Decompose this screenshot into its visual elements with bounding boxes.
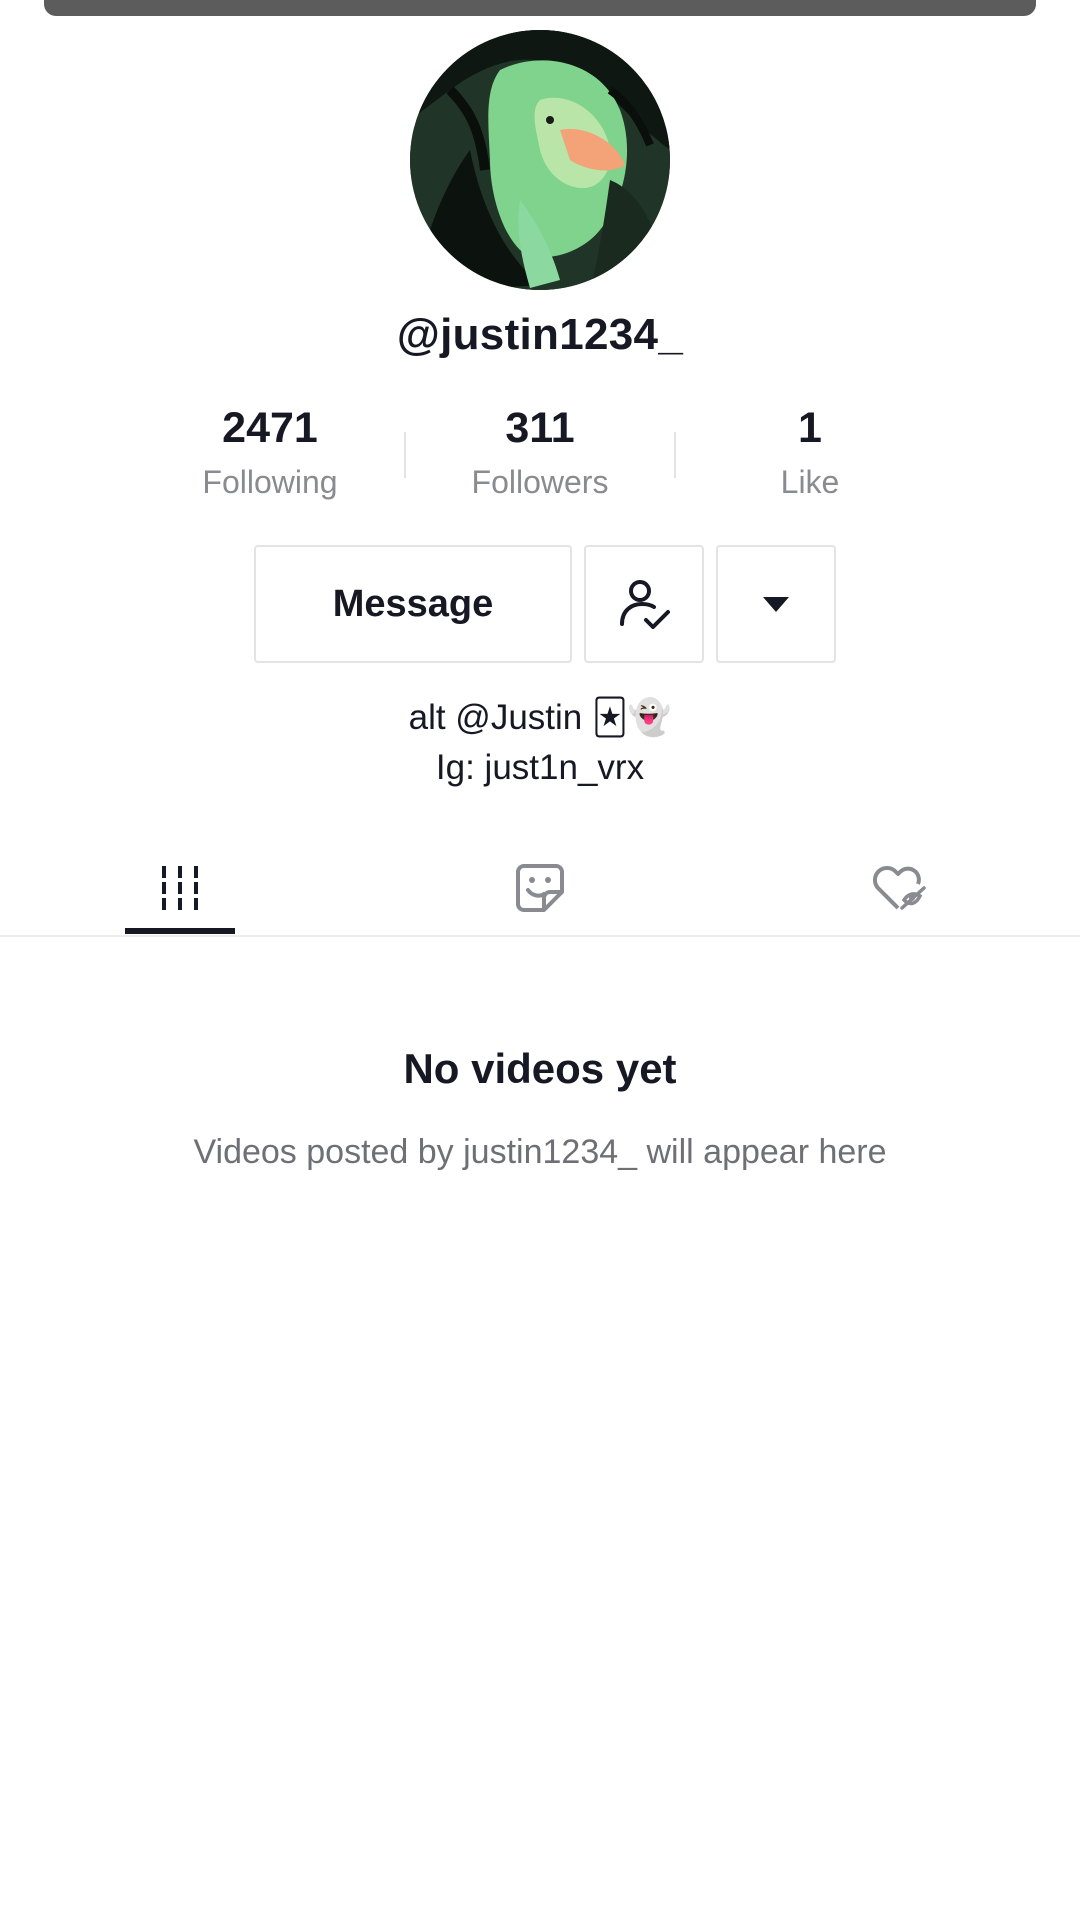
sheet-handle[interactable] — [44, 0, 1036, 16]
content-tabs — [0, 840, 1080, 937]
user-check-icon — [620, 580, 670, 629]
stat-following[interactable]: 2471 Following — [135, 400, 405, 506]
followers-label: Followers — [471, 464, 609, 500]
empty-state-title: No videos yet — [403, 1045, 677, 1092]
grid-icon — [162, 865, 198, 910]
following-label: Following — [202, 464, 338, 500]
stats-row: 2471 Following 311 Followers 1 Like — [0, 400, 1080, 520]
more-options-button[interactable] — [716, 545, 836, 663]
empty-state-subtitle: Videos posted by justin1234_ will appear… — [193, 1133, 887, 1171]
following-button[interactable] — [584, 545, 704, 663]
avatar-image — [410, 30, 670, 290]
bio-line-2: Ig: just1n_vrx — [435, 748, 645, 787]
avatar[interactable] — [410, 30, 670, 290]
active-tab-indicator — [125, 928, 235, 934]
tab-liked[interactable] — [800, 840, 1000, 935]
sticker-icon — [516, 863, 564, 912]
caret-down-icon — [763, 597, 789, 612]
hidden-heart-icon — [872, 865, 926, 910]
message-button[interactable]: Message — [254, 545, 572, 663]
tab-reposts[interactable] — [440, 840, 640, 935]
likes-count: 1 — [798, 404, 822, 452]
likes-label: Like — [780, 464, 840, 500]
profile-page: @justin1234_ 2471 Following 311 Follower… — [0, 0, 1080, 1920]
username: @justin1234_ — [396, 310, 684, 359]
following-count: 2471 — [222, 404, 318, 452]
followers-count: 311 — [505, 404, 575, 452]
tab-videos[interactable] — [80, 840, 280, 935]
stat-likes[interactable]: 1 Like — [675, 400, 945, 506]
stat-followers[interactable]: 311 Followers — [405, 400, 675, 506]
bio-line-1: alt @Justin 🃏👻 — [408, 698, 672, 737]
